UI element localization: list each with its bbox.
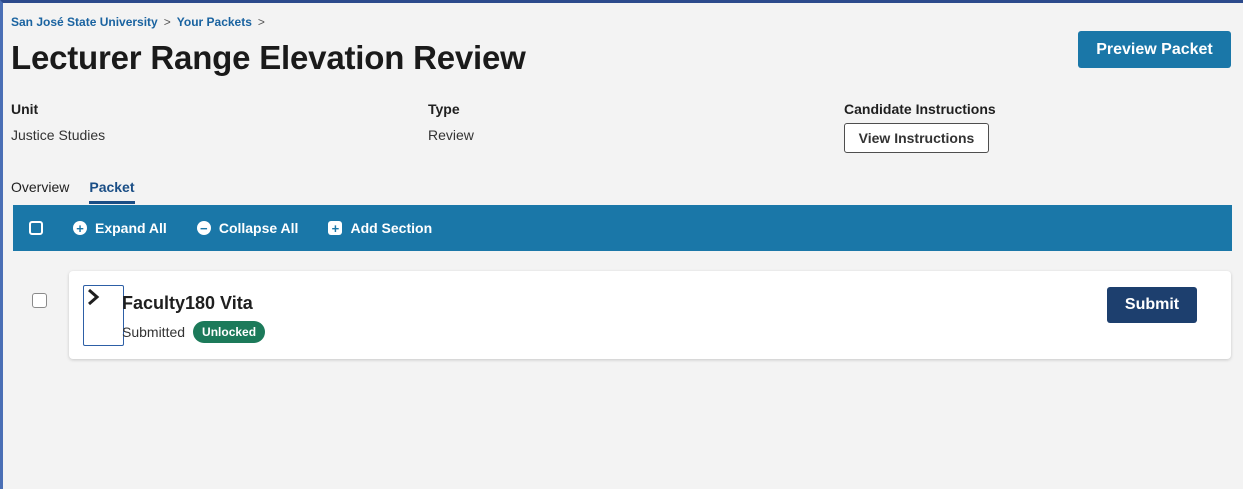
page-frame: San José State University > Your Packets… [0, 0, 1243, 489]
plus-circle-icon: + [73, 221, 87, 235]
submit-button[interactable]: Submit [1107, 287, 1197, 323]
breadcrumb-separator: > [257, 15, 265, 29]
add-section-button[interactable]: + Add Section [328, 220, 432, 236]
section-checkbox[interactable] [32, 293, 47, 308]
expand-all-button[interactable]: + Expand All [73, 220, 167, 236]
collapse-all-label: Collapse All [218, 220, 299, 236]
select-all-checkbox[interactable] [29, 221, 43, 235]
type-label: Type [428, 101, 460, 117]
page-title: Lecturer Range Elevation Review [11, 39, 526, 76]
section-card: Faculty180 Vita Submitted Unlocked Submi… [69, 271, 1231, 359]
tab-packet[interactable]: Packet [89, 179, 135, 204]
preview-packet-button[interactable]: Preview Packet [1078, 31, 1231, 68]
unit-value: Justice Studies [11, 127, 106, 143]
chevron-right-icon [88, 288, 100, 306]
type-value: Review [428, 127, 474, 143]
packet-toolbar: + Expand All − Collapse All + Add Sectio… [13, 205, 1232, 251]
collapse-all-button[interactable]: − Collapse All [196, 220, 299, 236]
candidate-instructions-label: Candidate Instructions [844, 101, 996, 117]
section-status: Submitted [122, 324, 186, 340]
section-title: Faculty180 Vita [122, 293, 253, 313]
view-instructions-button[interactable]: View Instructions [844, 123, 989, 153]
add-section-label: Add Section [350, 220, 433, 236]
tab-overview[interactable]: Overview [11, 179, 69, 204]
expand-all-label: Expand All [95, 220, 167, 236]
breadcrumb-link-university[interactable]: San José State University [11, 15, 158, 29]
unit-label: Unit [11, 101, 39, 117]
section-status-row: Submitted Unlocked [122, 321, 266, 343]
breadcrumb: San José State University > Your Packets… [11, 15, 265, 29]
plus-square-icon: + [328, 221, 343, 235]
breadcrumb-link-packets[interactable]: Your Packets [177, 15, 252, 29]
breadcrumb-separator: > [163, 15, 171, 29]
expand-section-toggle[interactable] [83, 285, 124, 346]
status-badge: Unlocked [193, 321, 266, 343]
tab-bar: Overview Packet [11, 179, 135, 204]
minus-circle-icon: − [196, 221, 211, 235]
